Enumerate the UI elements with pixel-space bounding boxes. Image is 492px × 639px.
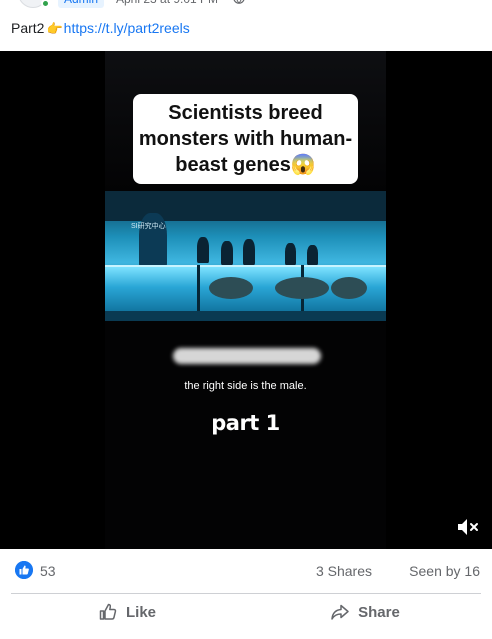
video-subtitle: the right side is the male. [184, 380, 307, 392]
pointing-hand-emoji: 👉 [46, 21, 63, 36]
online-status-dot [41, 0, 50, 8]
speaker-muted-icon[interactable] [455, 515, 481, 539]
observer-figure [243, 239, 255, 265]
caption-line: monsters with human- [138, 128, 353, 150]
caption-line: beast genes😱 [175, 154, 316, 176]
share-arrow-icon [331, 604, 349, 620]
part-label: part 1 [211, 411, 280, 435]
creature-shape [209, 277, 253, 299]
lab-scene-image: SI研究中心 [105, 191, 386, 321]
like-button-label: Like [125, 603, 156, 621]
creature-shape [331, 277, 367, 299]
post-text-prefix: Part2 [11, 20, 45, 36]
post-link[interactable]: https://t.ly/part2reels [64, 20, 190, 36]
video-caption: Scientists breed monsters with human- be… [133, 100, 358, 178]
blurred-subtitle [173, 348, 321, 364]
post-stats: 53 3 Shares Seen by 16 [0, 549, 492, 593]
tank-divider [197, 265, 200, 317]
share-count[interactable]: 3 Shares [316, 563, 372, 579]
divider [11, 593, 481, 594]
video-player[interactable]: Scientists breed monsters with human- be… [0, 51, 492, 549]
like-button[interactable]: Like [11, 597, 243, 627]
globe-icon [233, 0, 245, 4]
caption-line: Scientists breed [168, 102, 323, 124]
observer-figure [197, 237, 209, 263]
post-text: Part2 👉https://t.ly/part2reels [11, 19, 190, 38]
observer-figure [307, 245, 318, 265]
post-header: Admin April 23 at 9:01 PM [0, 0, 492, 12]
share-button[interactable]: Share [249, 597, 481, 627]
observer-figure [221, 241, 233, 265]
admin-badge: Admin [58, 0, 105, 8]
seen-by-count[interactable]: Seen by 16 [409, 563, 480, 579]
like-reaction-icon[interactable] [15, 561, 33, 579]
post-timestamp[interactable]: April 23 at 9:01 PM [116, 0, 218, 8]
like-count[interactable]: 53 [40, 563, 56, 579]
video-frame[interactable]: Scientists breed monsters with human- be… [105, 51, 386, 549]
lab-sign-text: SI研究中心 [131, 223, 166, 230]
tank-base [105, 311, 386, 321]
thumbs-up-icon [99, 603, 117, 620]
creature-shape [275, 277, 329, 299]
observer-figure [285, 243, 296, 265]
share-button-label: Share [358, 603, 400, 621]
